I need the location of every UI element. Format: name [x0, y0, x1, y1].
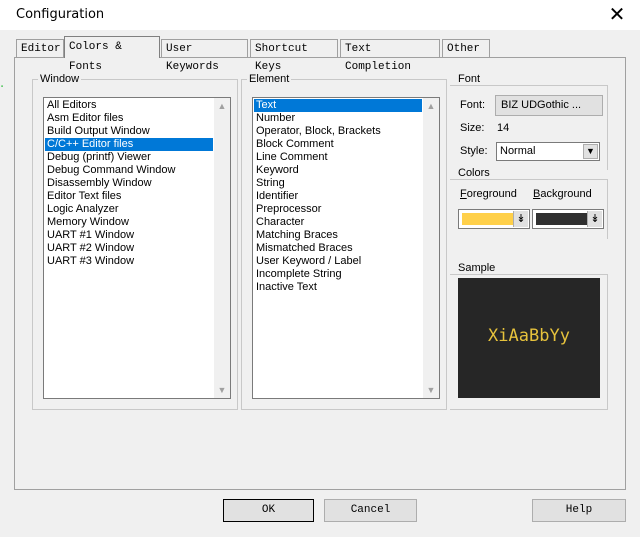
- window-list-item[interactable]: Disassembly Window: [45, 177, 213, 190]
- size-label: Size:: [460, 122, 485, 134]
- foreground-color-picker[interactable]: ↡: [458, 209, 530, 229]
- background-color-picker[interactable]: ↡: [532, 209, 604, 229]
- element-list-item[interactable]: Number: [254, 112, 422, 125]
- font-label: Font:: [460, 99, 486, 111]
- element-list-item[interactable]: Incomplete String: [254, 268, 422, 281]
- element-list-item[interactable]: Mismatched Braces: [254, 242, 422, 255]
- element-list-item[interactable]: Operator, Block, Brackets: [254, 125, 422, 138]
- tab-user-keywords[interactable]: User Keywords: [161, 39, 248, 73]
- tab-colors-fonts[interactable]: Colors & Fonts: [64, 36, 160, 73]
- help-button[interactable]: Help: [532, 499, 626, 522]
- window-list-item[interactable]: Debug Command Window: [45, 164, 213, 177]
- window-list-items: All Editors Asm Editor files Build Outpu…: [45, 99, 213, 268]
- tab-other[interactable]: Other: [442, 39, 490, 57]
- sample-preview: XiAaBbYy: [458, 278, 600, 398]
- close-icon[interactable]: ✕: [604, 2, 630, 28]
- sample-preview-text: XiAaBbYy: [488, 326, 570, 346]
- font-select-button[interactable]: BIZ UDGothic ...: [495, 95, 603, 116]
- element-list-item[interactable]: String: [254, 177, 422, 190]
- style-label: Style:: [460, 145, 488, 157]
- colors-group-legend: Colors: [456, 167, 492, 179]
- element-list-item[interactable]: Block Comment: [254, 138, 422, 151]
- dropdown-arrow-icon[interactable]: ↡: [513, 211, 528, 227]
- window-listbox[interactable]: All Editors Asm Editor files Build Outpu…: [43, 97, 231, 399]
- window-list-item-selected[interactable]: C/C++ Editor files: [45, 138, 213, 151]
- scroll-down-icon[interactable]: ▼: [214, 382, 230, 398]
- element-list-item[interactable]: Identifier: [254, 190, 422, 203]
- tab-shortcut-keys[interactable]: Shortcut Keys: [250, 39, 338, 73]
- foreground-label-text: oreground: [466, 188, 517, 200]
- background-label: Background: [533, 188, 592, 200]
- window-title: Configuration: [16, 7, 105, 22]
- font-group-legend: Font: [456, 73, 483, 85]
- window-list-item[interactable]: Logic Analyzer: [45, 203, 213, 216]
- window-list-item[interactable]: UART #2 Window: [45, 242, 213, 255]
- background-color-swatch: [536, 213, 588, 225]
- window-group-legend: Window: [38, 73, 82, 85]
- scroll-down-icon[interactable]: ▼: [423, 382, 439, 398]
- element-list-item[interactable]: Line Comment: [254, 151, 422, 164]
- background-glyph: ·: [0, 80, 5, 95]
- element-list-item[interactable]: Inactive Text: [254, 281, 422, 294]
- scroll-up-icon[interactable]: ▲: [423, 98, 439, 114]
- element-list-item[interactable]: Preprocessor: [254, 203, 422, 216]
- window-list-item[interactable]: Memory Window: [45, 216, 213, 229]
- cancel-button[interactable]: Cancel: [324, 499, 417, 522]
- window-list-item[interactable]: Asm Editor files: [45, 112, 213, 125]
- element-list-item[interactable]: Keyword: [254, 164, 422, 177]
- sample-group-legend: Sample: [456, 262, 498, 274]
- ok-button[interactable]: OK: [223, 499, 314, 522]
- element-list-item[interactable]: User Keyword / Label: [254, 255, 422, 268]
- title-bar: Configuration ✕: [0, 0, 640, 30]
- element-listbox[interactable]: Text Number Operator, Block, Brackets Bl…: [252, 97, 440, 399]
- foreground-color-swatch: [462, 213, 514, 225]
- window-list-item[interactable]: UART #1 Window: [45, 229, 213, 242]
- window-list-item[interactable]: Debug (printf) Viewer: [45, 151, 213, 164]
- element-list-items: Text Number Operator, Block, Brackets Bl…: [254, 99, 422, 294]
- tab-text-completion[interactable]: Text Completion: [340, 39, 440, 73]
- scroll-up-icon[interactable]: ▲: [214, 98, 230, 114]
- window-list-item[interactable]: Editor Text files: [45, 190, 213, 203]
- dropdown-arrow-icon[interactable]: ↡: [587, 211, 602, 227]
- element-list-item[interactable]: Matching Braces: [254, 229, 422, 242]
- style-dropdown-value: Normal: [500, 145, 536, 157]
- window-list-item[interactable]: UART #3 Window: [45, 255, 213, 268]
- foreground-mnemonic: F: [460, 188, 467, 200]
- foreground-label: Foreground: [460, 188, 517, 200]
- background-label-text: ackground: [540, 188, 592, 200]
- size-value: 14: [497, 122, 510, 134]
- element-list-scrollbar[interactable]: ▲ ▼: [423, 98, 439, 398]
- chevron-down-icon[interactable]: ▼: [583, 144, 598, 159]
- tab-editor[interactable]: Editor: [16, 39, 64, 57]
- style-dropdown[interactable]: Normal ▼: [496, 142, 600, 161]
- window-list-scrollbar[interactable]: ▲ ▼: [214, 98, 230, 398]
- window-list-item[interactable]: Build Output Window: [45, 125, 213, 138]
- window-list-item[interactable]: All Editors: [45, 99, 213, 112]
- element-list-item[interactable]: Character: [254, 216, 422, 229]
- element-list-item-selected[interactable]: Text: [254, 99, 422, 112]
- element-group-legend: Element: [247, 73, 292, 85]
